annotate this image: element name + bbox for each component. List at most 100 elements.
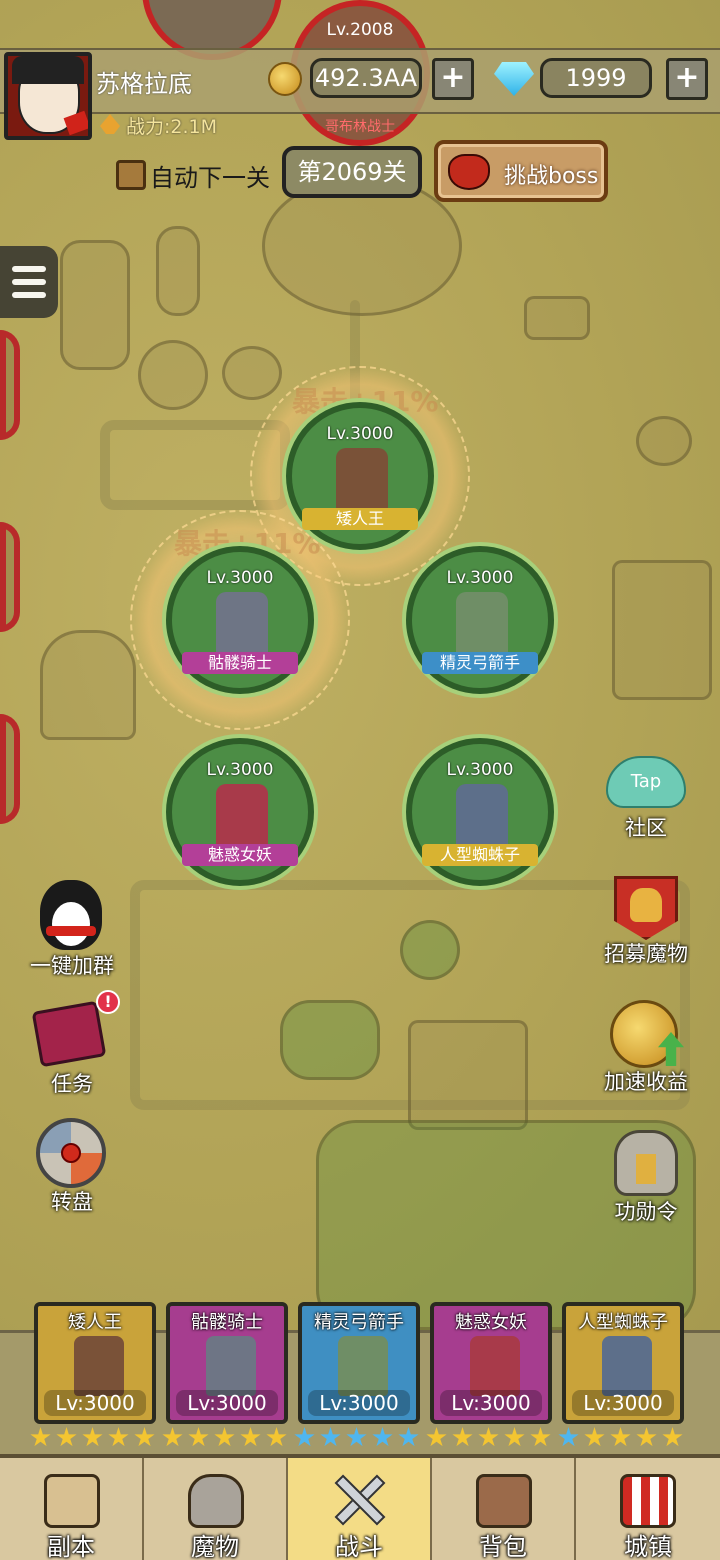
- menu-button[interactable]: [0, 246, 58, 318]
- star-icon: [398, 1427, 419, 1447]
- bench-card-name: 矮人王: [68, 1312, 122, 1333]
- tab-backpack[interactable]: 背包: [432, 1458, 576, 1560]
- challenge-boss-button[interactable]: 挑战boss: [434, 140, 608, 202]
- star-icon: [240, 1427, 261, 1447]
- quest-label: 任务: [51, 1072, 93, 1096]
- cactus: [156, 226, 200, 316]
- bench-card-name: 骷髅骑士: [191, 1312, 263, 1333]
- bench-card[interactable]: 矮人王 Lv:3000: [34, 1302, 156, 1424]
- star-icon: [162, 1427, 183, 1447]
- bench-card-level: Lv:3000: [176, 1390, 278, 1416]
- unit-level: Lv.3000: [446, 760, 514, 780]
- tap-cloud-icon: Tap: [606, 756, 686, 808]
- unit-name: 魅惑女妖: [182, 844, 298, 866]
- tab-label: 战斗: [335, 1533, 383, 1560]
- unit-name: 矮人王: [302, 508, 418, 530]
- skeleton-knight-portrait: [206, 1336, 256, 1396]
- tab-battle[interactable]: 战斗: [288, 1458, 432, 1560]
- bench-card-name: 人型蜘蛛子: [578, 1312, 668, 1333]
- star-icon: [294, 1427, 315, 1447]
- map-icon: [44, 1474, 100, 1528]
- dwarf-king-portrait: [74, 1336, 124, 1396]
- golem-statue: [40, 630, 136, 740]
- star-icon: [30, 1427, 51, 1447]
- tab-monsters[interactable]: 魔物: [144, 1458, 288, 1560]
- bench-card-level: Lv:3000: [308, 1390, 410, 1416]
- bench-card-level: Lv:3000: [440, 1390, 542, 1416]
- bench-card-level: Lv:3000: [572, 1390, 674, 1416]
- tab-label: 副本: [47, 1533, 95, 1560]
- star-icon: [636, 1427, 657, 1447]
- unit-name: 骷髅骑士: [182, 652, 298, 674]
- bench-card[interactable]: 骷髅骑士 Lv:3000: [166, 1302, 288, 1424]
- unit-slot[interactable]: Lv.3000 精灵弓箭手: [406, 546, 554, 694]
- unit-name: 精灵弓箭手: [422, 652, 538, 674]
- cactus: [60, 240, 130, 370]
- merit-button[interactable]: 功勋令: [606, 1126, 686, 1226]
- challenge-boss-label: 挑战boss: [504, 164, 599, 189]
- quest-alert-badge: !: [96, 990, 120, 1014]
- unit-slot[interactable]: Lv.3000 人型蜘蛛子: [406, 738, 554, 886]
- unit-slot[interactable]: Lv.3000 骷髅骑士: [166, 546, 314, 694]
- star-icon: [320, 1427, 341, 1447]
- add-gold-button[interactable]: +: [432, 58, 474, 100]
- tab-label: 城镇: [624, 1533, 672, 1560]
- star-icon: [530, 1427, 551, 1447]
- star-icon: [662, 1427, 683, 1447]
- star-icon: [504, 1427, 525, 1447]
- join-group-button[interactable]: 一键加群: [30, 876, 114, 978]
- bottom-nav: 副本 魔物 战斗 背包 城镇: [0, 1454, 720, 1560]
- spider-girl-portrait: [602, 1336, 652, 1396]
- rock-sketch: [222, 346, 282, 400]
- tab-label: 魔物: [191, 1533, 239, 1560]
- combat-power: 战力:2.1M: [126, 116, 218, 138]
- menu-icon: [12, 292, 46, 298]
- speed-income-label: 加速收益: [604, 1070, 688, 1094]
- unit-level: Lv.3000: [446, 568, 514, 588]
- penguin-belly: [52, 902, 90, 946]
- speed-income-button[interactable]: 加速收益: [604, 998, 688, 1098]
- backpack-icon: [476, 1474, 532, 1528]
- bench-card-level: Lv:3000: [44, 1390, 146, 1416]
- stage-number: 第2069关: [282, 146, 422, 198]
- bench-card[interactable]: 精灵弓箭手 Lv:3000: [298, 1302, 420, 1424]
- unit-slot[interactable]: Lv.3000 魅惑女妖: [166, 738, 314, 886]
- side-enemy-ring: [0, 330, 20, 440]
- add-gems-button[interactable]: +: [666, 58, 708, 100]
- demon-head-icon: [448, 154, 490, 190]
- community-button[interactable]: Tap 社区: [606, 752, 686, 842]
- gold-amount: 492.3AA: [310, 58, 422, 98]
- auto-next-label[interactable]: 自动下一关: [150, 158, 270, 193]
- enemy-level: Lv.2008: [326, 20, 394, 40]
- quest-button[interactable]: ! 任务: [31, 990, 120, 1096]
- bench-card[interactable]: 魅惑女妖 Lv:3000: [430, 1302, 552, 1424]
- star-icon: [584, 1427, 605, 1447]
- star-icon: [108, 1427, 129, 1447]
- gem-amount: 1999: [540, 58, 652, 98]
- wheel-button[interactable]: 转盘: [32, 1116, 112, 1216]
- bench-card-name: 精灵弓箭手: [314, 1312, 404, 1333]
- wheel-label: 转盘: [51, 1190, 93, 1214]
- bench-card[interactable]: 人型蜘蛛子 Lv:3000: [562, 1302, 684, 1424]
- avatar-hair: [12, 56, 84, 84]
- menu-icon: [12, 279, 46, 285]
- avatar[interactable]: [4, 52, 92, 140]
- recruit-button[interactable]: 招募魔物: [604, 872, 688, 972]
- star-icon: [266, 1427, 287, 1447]
- unit-slot[interactable]: Lv.3000 矮人王: [286, 402, 434, 550]
- enemy-name: 哥布林战士: [325, 119, 395, 135]
- succubus-portrait: [470, 1336, 520, 1396]
- join-group-label: 一键加群: [30, 954, 114, 978]
- star-icon: [558, 1427, 579, 1447]
- unit-level: Lv.3000: [206, 760, 274, 780]
- unit-level: Lv.3000: [206, 568, 274, 588]
- side-enemy-ring: [0, 714, 20, 824]
- elf-archer-portrait: [338, 1336, 388, 1396]
- tab-dungeon[interactable]: 副本: [0, 1458, 144, 1560]
- star-rows: [0, 1426, 720, 1450]
- skull-bones: [636, 416, 692, 466]
- auto-next-checkbox[interactable]: [116, 160, 146, 190]
- menu-icon: [12, 266, 46, 272]
- gold-coin-icon: [268, 62, 302, 96]
- tab-town[interactable]: 城镇: [576, 1458, 720, 1560]
